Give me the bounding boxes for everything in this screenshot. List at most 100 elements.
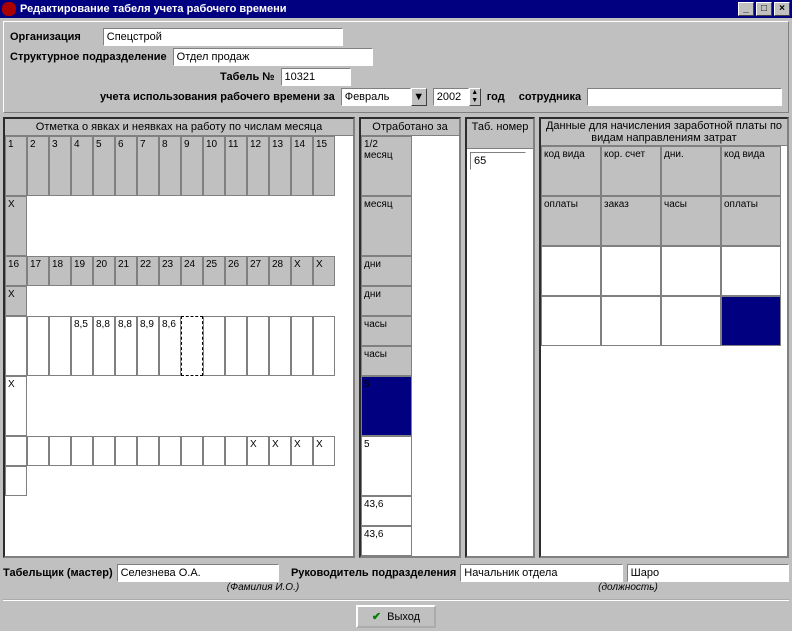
day-value[interactable] — [115, 436, 137, 466]
worked-value[interactable]: 5 — [361, 376, 412, 436]
day-value[interactable] — [5, 316, 27, 376]
worked-header: дни — [361, 286, 412, 316]
day-header: 6 — [115, 136, 137, 196]
minimize-button[interactable]: _ — [738, 2, 754, 16]
day-value[interactable] — [49, 316, 71, 376]
org-input[interactable] — [103, 28, 343, 46]
marks-row-4: XXXX — [5, 436, 353, 496]
day-header: 11 — [225, 136, 247, 196]
worked-value[interactable]: 43,6 — [361, 526, 412, 556]
payroll-header-cell: оплаты — [541, 196, 601, 246]
dept-input[interactable] — [173, 48, 373, 66]
payroll-cell[interactable] — [661, 246, 721, 296]
day-value[interactable] — [159, 436, 181, 466]
day-value[interactable] — [5, 436, 27, 466]
payroll-cell[interactable] — [721, 296, 781, 346]
day-value[interactable]: X — [5, 376, 27, 436]
month-value[interactable] — [341, 88, 411, 106]
day-value[interactable] — [93, 436, 115, 466]
day-header: 15 — [313, 136, 335, 196]
head-input[interactable] — [460, 564, 622, 582]
worked-header: дни — [361, 256, 412, 286]
day-header: 1 — [5, 136, 27, 196]
worked-header: часы — [361, 316, 412, 346]
head2-input[interactable] — [627, 564, 789, 582]
day-header: 3 — [49, 136, 71, 196]
payroll-header-cell: код вида — [541, 146, 601, 196]
close-button[interactable]: × — [774, 2, 790, 16]
day-value[interactable] — [71, 436, 93, 466]
day-value[interactable]: 8,6 — [159, 316, 181, 376]
maximize-button[interactable]: □ — [756, 2, 772, 16]
payroll-cell[interactable] — [541, 296, 601, 346]
worked-header: Отработано за — [361, 119, 459, 136]
day-value[interactable]: X — [269, 436, 291, 466]
period-label: учета использования рабочего времени за — [100, 91, 335, 103]
day-value[interactable]: 8,9 — [137, 316, 159, 376]
worked-vals2: 43,643,6 — [361, 496, 459, 556]
day-value[interactable]: 8,8 — [115, 316, 137, 376]
payroll-h1: код видакор. счетдни.код вида — [541, 146, 787, 196]
tabnum-header: Таб. номер — [467, 119, 533, 149]
day-header: 25 — [203, 256, 225, 286]
day-value[interactable] — [203, 316, 225, 376]
day-header: 8 — [159, 136, 181, 196]
year-value[interactable] — [433, 88, 469, 106]
day-value[interactable]: 8,5 — [71, 316, 93, 376]
day-header: 17 — [27, 256, 49, 286]
worked-cols3: часычасы — [361, 316, 459, 376]
day-header: 23 — [159, 256, 181, 286]
head-hint: (должность) — [548, 582, 708, 593]
day-value[interactable] — [313, 316, 335, 376]
worked-value[interactable]: 5 — [361, 436, 412, 496]
day-value[interactable]: 8,8 — [93, 316, 115, 376]
marks-row-3: 8,58,88,88,98,6X — [5, 316, 353, 436]
day-value[interactable] — [291, 316, 313, 376]
day-value[interactable] — [5, 466, 27, 496]
chevron-down-icon[interactable]: ▼ — [411, 88, 427, 106]
payroll-cell[interactable] — [661, 296, 721, 346]
day-value[interactable]: X — [247, 436, 269, 466]
day-value[interactable]: X — [291, 436, 313, 466]
day-value[interactable] — [225, 316, 247, 376]
payroll-header-cell: дни. — [661, 146, 721, 196]
day-value[interactable] — [27, 316, 49, 376]
spinner-arrows[interactable]: ▲▼ — [469, 88, 481, 106]
exit-button[interactable]: ✔ Выход — [356, 605, 436, 628]
day-header: 9 — [181, 136, 203, 196]
marks-row-2: 16171819202122232425262728XXX — [5, 256, 353, 316]
day-value[interactable] — [225, 436, 247, 466]
payroll-cell[interactable] — [721, 246, 781, 296]
tabper-hint: (Фамилия И.О.) — [173, 582, 353, 593]
day-value[interactable] — [137, 436, 159, 466]
employee-input[interactable] — [587, 88, 782, 106]
worked-header: месяц — [361, 196, 412, 256]
tabel-no-input[interactable] — [281, 68, 351, 86]
payroll-header-cell: заказ — [601, 196, 661, 246]
day-value[interactable] — [49, 436, 71, 466]
day-value[interactable] — [181, 316, 203, 376]
month-dropdown[interactable]: ▼ — [341, 88, 427, 106]
day-value[interactable] — [203, 436, 225, 466]
day-value[interactable] — [247, 316, 269, 376]
tabper-input[interactable] — [117, 564, 279, 582]
day-header: 13 — [269, 136, 291, 196]
day-value[interactable] — [181, 436, 203, 466]
year-spinner[interactable]: ▲▼ — [433, 88, 481, 106]
check-icon: ✔ — [372, 610, 381, 623]
tabnum-input[interactable] — [470, 152, 526, 170]
day-header: X — [5, 286, 27, 316]
tabel-no-label: Табель № — [220, 71, 275, 83]
day-header: X — [5, 196, 27, 256]
payroll-header-cell: код вида — [721, 146, 781, 196]
payroll-cell[interactable] — [601, 246, 661, 296]
payroll-cell[interactable] — [601, 296, 661, 346]
day-value[interactable] — [27, 436, 49, 466]
attendance-panel: Отметка о явках и неявках на работу по ч… — [3, 117, 355, 558]
payroll-cell[interactable] — [541, 246, 601, 296]
day-header: 7 — [137, 136, 159, 196]
day-value[interactable]: X — [313, 436, 335, 466]
day-value[interactable] — [269, 316, 291, 376]
worked-value[interactable]: 43,6 — [361, 496, 412, 526]
payroll-header-cell: кор. счет — [601, 146, 661, 196]
